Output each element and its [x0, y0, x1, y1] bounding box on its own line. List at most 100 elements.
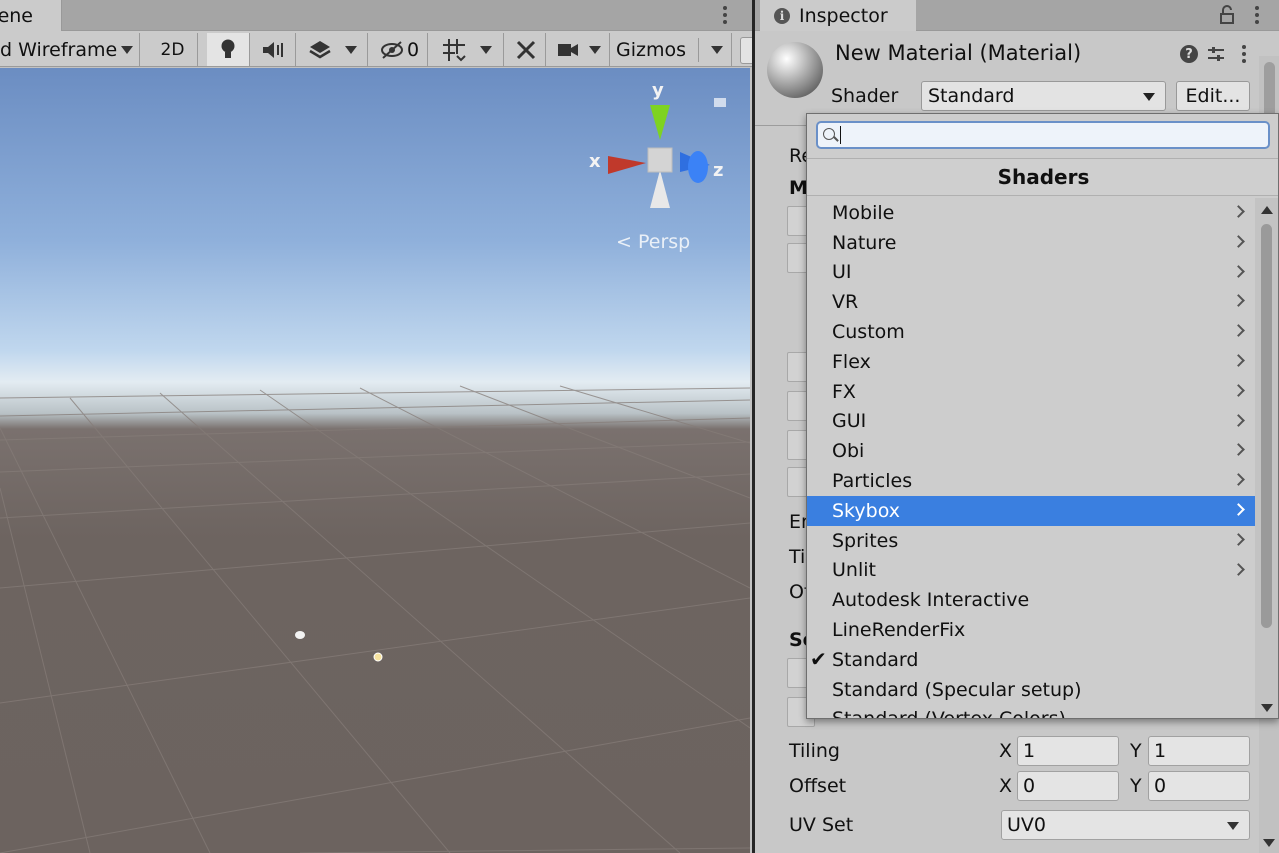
- draw-mode-dropdown[interactable]: d Wireframe: [0, 33, 140, 66]
- shader-menu-item-label: Sprites: [832, 529, 899, 552]
- tiling-label: Tiling: [789, 740, 840, 762]
- tab-inspector-label: Inspector: [799, 4, 888, 27]
- light-gizmo-icon: [373, 652, 383, 662]
- chevron-down-icon: [344, 45, 357, 54]
- offset-y-field[interactable]: 0: [1148, 771, 1250, 801]
- chevron-right-icon: [1232, 205, 1245, 218]
- tiling-x-field[interactable]: 1: [1017, 736, 1119, 766]
- eye-off-icon: [380, 40, 403, 59]
- shader-menu-item-label: Autodesk Interactive: [832, 589, 1030, 612]
- shader-menu-item[interactable]: Skybox: [807, 495, 1255, 526]
- camera-gizmo-icon: [295, 631, 305, 639]
- chevron-down-icon: [1227, 822, 1239, 830]
- shader-menu-item[interactable]: Custom: [807, 317, 1255, 347]
- shader-menu-scrollbar[interactable]: [1255, 198, 1278, 718]
- presets-icon[interactable]: [1207, 45, 1225, 63]
- shader-menu-item[interactable]: GUI: [807, 407, 1255, 437]
- scroll-down-icon[interactable]: [1263, 839, 1275, 847]
- tiling-x-value: 1: [1023, 740, 1036, 762]
- offset-x-value: 0: [1023, 775, 1036, 797]
- shader-menu-item[interactable]: ✔ Standard: [807, 645, 1255, 675]
- tiling-partial-label: Ti: [789, 546, 806, 568]
- scroll-down-icon[interactable]: [1261, 704, 1273, 712]
- shader-menu-item[interactable]: Standard (Vertex Colors): [807, 705, 1255, 718]
- tiling-y-label: Y: [1130, 740, 1142, 762]
- shader-menu-item[interactable]: Obi: [807, 436, 1255, 466]
- floor-grid: [0, 98, 750, 853]
- tab-scene[interactable]: ene: [0, 0, 62, 31]
- shader-menu-item[interactable]: Standard (Specular setup): [807, 675, 1255, 705]
- shader-menu-scrollbar-thumb[interactable]: [1261, 224, 1272, 628]
- tab-inspector[interactable]: i Inspector: [760, 0, 916, 31]
- chevron-right-icon: [1232, 562, 1245, 576]
- shader-menu-item[interactable]: UI: [807, 258, 1255, 288]
- tiling-y-field[interactable]: 1: [1148, 736, 1250, 766]
- orientation-gizmo: [608, 105, 710, 208]
- scroll-up-icon[interactable]: [1261, 206, 1273, 214]
- shader-dropdown[interactable]: Standard: [921, 81, 1166, 111]
- material-preview-icon: [767, 42, 823, 98]
- persp-label: Persp: [637, 231, 691, 253]
- material-more-icon[interactable]: [1237, 43, 1251, 67]
- shader-label: Shader: [831, 85, 899, 107]
- shader-search-input[interactable]: [816, 121, 1270, 149]
- shader-menu-item[interactable]: VR: [807, 287, 1255, 317]
- scene-toolbar: d Wireframe 2D 0 Gizmos: [0, 31, 752, 67]
- chevron-right-icon: [1232, 324, 1245, 338]
- shader-menu-item[interactable]: LineRenderFix: [807, 615, 1255, 645]
- shader-menu-item-label: Nature: [832, 231, 897, 254]
- tools-button[interactable]: [506, 33, 546, 66]
- inspector-more-icon[interactable]: [1250, 4, 1264, 28]
- shader-menu-item[interactable]: Mobile: [807, 198, 1255, 228]
- audio-toggle-button[interactable]: [252, 33, 296, 66]
- uv-set-dropdown[interactable]: UV0: [1001, 810, 1250, 840]
- speaker-icon: [262, 41, 283, 58]
- grid-snap-dropdown[interactable]: [430, 33, 504, 66]
- shader-menu-item[interactable]: Sprites: [807, 526, 1255, 556]
- shader-menu-item-label: GUI: [832, 410, 867, 433]
- shader-menu-item-label: Standard (Vertex Colors): [832, 708, 1066, 718]
- shader-menu-header: Shaders: [807, 158, 1278, 196]
- offset-y-label: Y: [1130, 775, 1142, 797]
- lighting-toggle-button[interactable]: [206, 33, 250, 66]
- search-field-edge[interactable]: [740, 37, 752, 64]
- shader-menu: Shaders Mobile Nature UI VR Custom Flex FX GUI O…: [806, 113, 1279, 719]
- shader-menu-item[interactable]: Unlit: [807, 556, 1255, 586]
- persp-toggle[interactable]: < Persp: [616, 231, 690, 253]
- chevron-right-icon: [1232, 532, 1245, 546]
- effects-dropdown[interactable]: [298, 33, 368, 66]
- edit-shader-button[interactable]: Edit...: [1176, 81, 1250, 111]
- shader-menu-item[interactable]: Flex: [807, 347, 1255, 377]
- chevron-down-icon: [711, 45, 724, 54]
- chevron-right-icon: [1232, 294, 1245, 308]
- shader-menu-item[interactable]: Particles: [807, 466, 1255, 496]
- gizmo-z-label: z: [713, 160, 724, 181]
- shader-menu-item[interactable]: Autodesk Interactive: [807, 585, 1255, 615]
- camera-dropdown[interactable]: [548, 33, 610, 66]
- shader-menu-item-label: Particles: [832, 470, 913, 493]
- shader-menu-item[interactable]: FX: [807, 377, 1255, 407]
- offset-x-field[interactable]: 0: [1017, 771, 1119, 801]
- uv-set-value: UV0: [1007, 814, 1046, 836]
- gizmos-dropdown[interactable]: Gizmos: [612, 33, 732, 66]
- lock-icon[interactable]: [1219, 5, 1235, 25]
- chevron-right-icon: [1232, 473, 1245, 487]
- shader-menu-item[interactable]: Nature: [807, 228, 1255, 258]
- shader-menu-item-label: Custom: [832, 321, 905, 344]
- help-icon[interactable]: ?: [1180, 45, 1198, 63]
- scene-viewport[interactable]: y x z < Persp: [0, 68, 750, 853]
- scene-more-icon[interactable]: [718, 4, 732, 28]
- hidden-objects-toggle[interactable]: 0: [372, 33, 428, 66]
- toggle-2d-button[interactable]: 2D: [148, 33, 198, 66]
- info-icon: i: [774, 7, 790, 24]
- shader-value: Standard: [928, 85, 1015, 107]
- tiling-y-value: 1: [1154, 740, 1167, 762]
- shader-menu-item-label: Obi: [832, 440, 865, 463]
- chevron-down-icon: [1143, 93, 1155, 101]
- shader-menu-item-label: UI: [832, 261, 852, 284]
- chevron-down-icon: [588, 45, 601, 54]
- shader-menu-item-label: LineRenderFix: [832, 619, 966, 642]
- shader-menu-item-label: VR: [832, 291, 859, 314]
- persp-chevron-icon: <: [616, 231, 632, 253]
- checkmark-icon: ✔: [810, 646, 827, 671]
